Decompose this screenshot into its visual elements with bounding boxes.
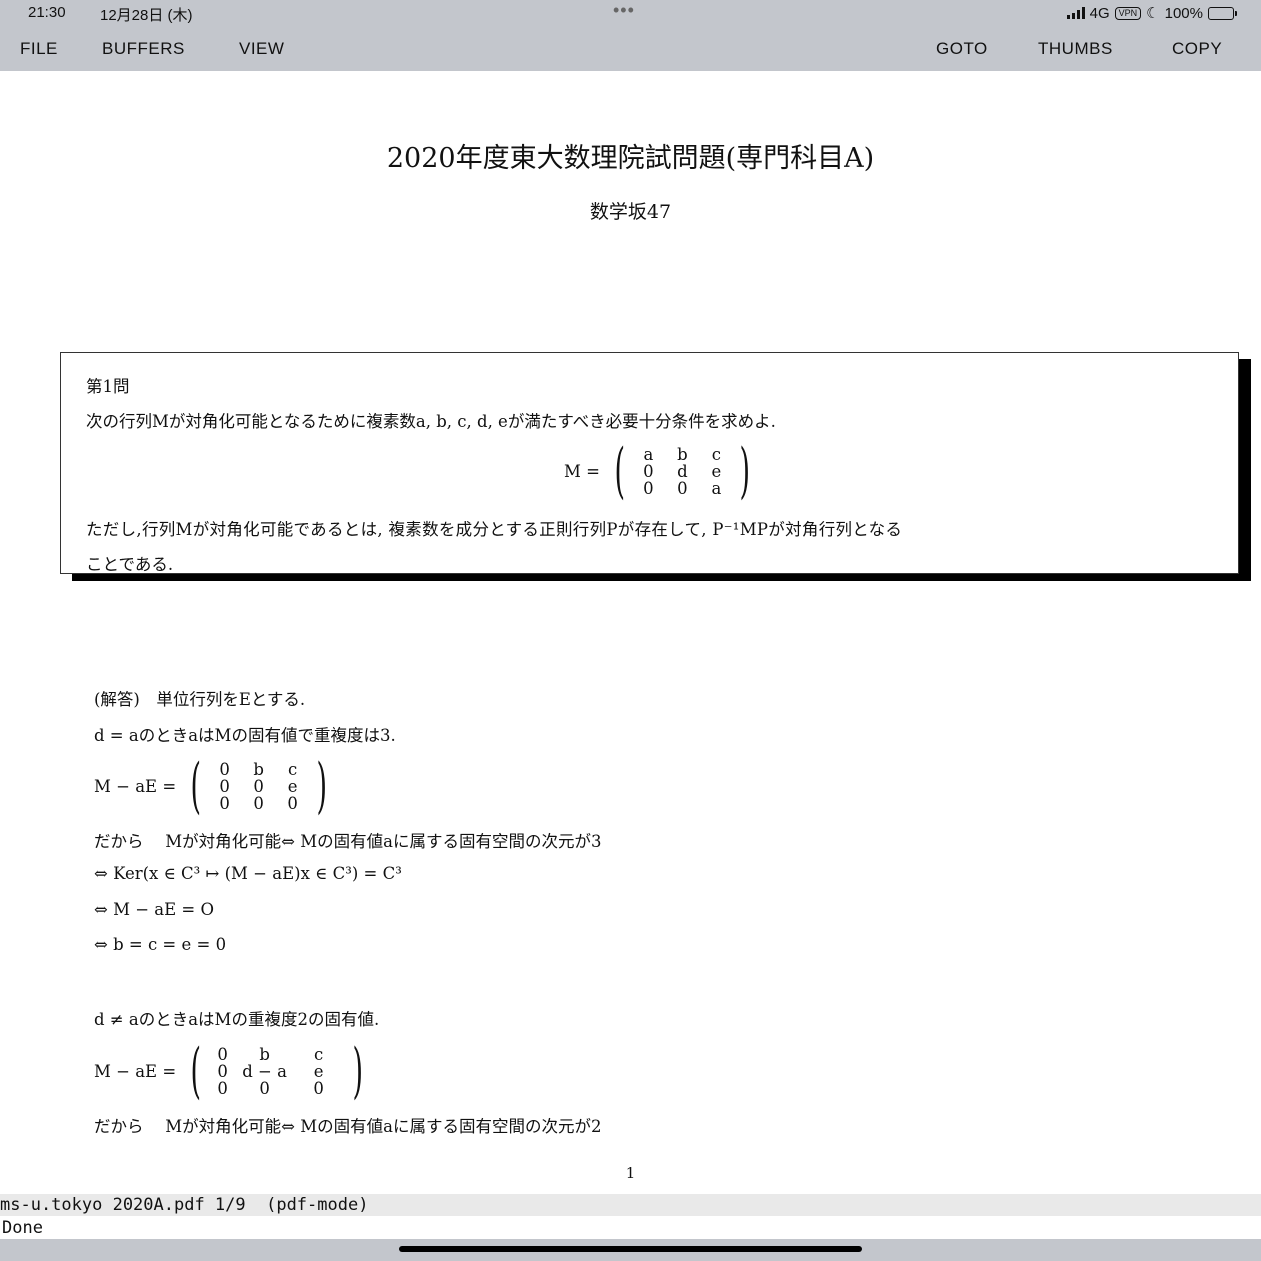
matrix-cell: 0: [217, 1078, 228, 1098]
home-indicator[interactable]: [399, 1246, 862, 1252]
multitask-dots-icon[interactable]: •••: [613, 0, 635, 21]
matrix-cells: a b c 0 d e 0 0 a: [631, 446, 733, 497]
problem-matrix: M = ( a b c 0 d e 0 0 a ): [564, 436, 751, 506]
problem-statement: 次の行列Mが対角化可能となるために複素数a, b, c, d, eが満たすべき必…: [86, 412, 776, 431]
problem-definition: ただし,行列Mが対角化可能であるとは, 複素数を成分とする正則行列Pが存在して,…: [86, 520, 903, 539]
matrix-cell: e: [287, 776, 298, 796]
matrix-cell: 0: [313, 1078, 324, 1098]
matrix-cell: 0: [259, 1078, 270, 1098]
matrix-cell: 0: [217, 1061, 228, 1081]
matrix-cell: 0: [219, 759, 230, 779]
document-author: 数学坂47: [589, 201, 672, 223]
matrix-cell: 0: [219, 776, 230, 796]
problem-heading: 第1問: [86, 377, 130, 396]
solution-case-2: d ≠ aのときaはMの重複度2の固有値.: [94, 1010, 380, 1029]
menu-file[interactable]: FILE: [20, 39, 58, 59]
menu-goto[interactable]: GOTO: [936, 39, 988, 59]
echo-area: Done: [2, 1218, 43, 1238]
matrix-cell: 0: [219, 793, 230, 813]
solution-matrix-1: M − aE = ( 0 b c 0 0 e 0 0 0 ): [94, 751, 327, 821]
moon-icon: ☾: [1146, 5, 1160, 22]
solution-step-5: だから Mが対角化可能⇔ Mの固有値aに属する固有空間の次元が2: [94, 1117, 602, 1136]
matrix-cells: 0 b c 0 d − a e 0 0 0: [208, 1046, 346, 1097]
matrix-lhs: M − aE =: [94, 1061, 177, 1081]
cellular-signal-icon: [1066, 7, 1085, 19]
matrix-cell: c: [313, 1044, 324, 1064]
solution-step-3: ⇔ M − aE = O: [94, 900, 215, 919]
problem-definition-end: ことである.: [86, 555, 174, 574]
menu-thumbs[interactable]: THUMBS: [1038, 39, 1113, 59]
matrix-cell: 0: [253, 776, 264, 796]
matrix-cell: b: [259, 1044, 270, 1064]
matrix-lhs: M =: [564, 461, 600, 481]
menu-view[interactable]: VIEW: [239, 39, 284, 59]
matrix-cell: e: [711, 461, 722, 481]
problem-box: 第1問 次の行列Mが対角化可能となるために複素数a, b, c, d, eが満た…: [60, 352, 1239, 574]
matrix-cell: 0: [217, 1044, 228, 1064]
mode-line: ms-u.tokyo 2020A.pdf 1/9 (pdf-mode): [0, 1194, 1261, 1216]
vpn-badge: VPN: [1114, 6, 1142, 20]
matrix-lhs: M − aE =: [94, 776, 177, 796]
solution-matrix-2: M − aE = ( 0 b c 0 d − a e 0 0 0 ): [94, 1036, 363, 1106]
solution-step-1: だから Mが対角化可能⇔ Mの固有値aに属する固有空間の次元が3: [94, 832, 602, 851]
matrix-cell: 0: [677, 478, 688, 498]
matrix-cell: a: [711, 478, 722, 498]
status-time: 21:30: [28, 4, 66, 21]
matrix-cell: b: [253, 759, 264, 779]
menu-copy[interactable]: COPY: [1172, 39, 1222, 59]
battery-icon: [1208, 6, 1237, 20]
top-toolbar: 21:30 12月28日 (木) ••• 4G VPN ☾ 100% FILE …: [0, 0, 1261, 71]
matrix-cell: 0: [253, 793, 264, 813]
matrix-cell: 0: [287, 793, 298, 813]
solution-case-1: d = aのときaはMの固有値で重複度は3.: [94, 726, 396, 745]
matrix-cell: d: [677, 461, 688, 481]
matrix-cell: c: [711, 444, 722, 464]
matrix-cell: a: [643, 444, 654, 464]
page-number: 1: [625, 1164, 636, 1182]
matrix-cell: 0: [643, 478, 654, 498]
solution-step-2: ⇔ Ker(x ∈ C³ ↦ (M − aE)x ∈ C³) = C³: [94, 864, 402, 883]
matrix-cell: c: [287, 759, 298, 779]
status-date: 12月28日 (木): [100, 7, 193, 24]
solution-intro: (解答) 単位行列をEとする.: [94, 690, 306, 709]
matrix-cell: b: [677, 444, 688, 464]
solution-step-4: ⇔ b = c = e = 0: [94, 935, 227, 954]
matrix-cell: d − a: [242, 1061, 287, 1081]
document-title: 2020年度東大数理院試問題(専門科目A): [386, 143, 875, 174]
status-indicators: 4G VPN ☾ 100%: [1066, 4, 1237, 22]
matrix-cell: 0: [643, 461, 654, 481]
battery-percent: 100%: [1164, 4, 1203, 22]
matrix-cell: e: [313, 1061, 324, 1081]
menu-buffers[interactable]: BUFFERS: [102, 39, 185, 59]
matrix-cells: 0 b c 0 0 e 0 0 0: [208, 761, 310, 812]
network-type: 4G: [1089, 4, 1110, 22]
